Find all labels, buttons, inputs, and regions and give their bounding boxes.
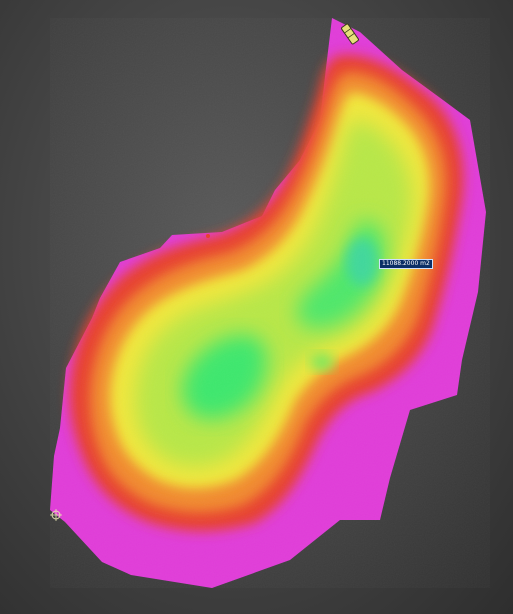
- survey-point: [206, 234, 210, 238]
- 3d-viewport[interactable]: 11088.2000 m2: [0, 0, 513, 614]
- surface-texture: [50, 18, 490, 588]
- terrain-heatmap[interactable]: [0, 0, 513, 614]
- area-measurement-label[interactable]: 11088.2000 m2: [379, 259, 433, 269]
